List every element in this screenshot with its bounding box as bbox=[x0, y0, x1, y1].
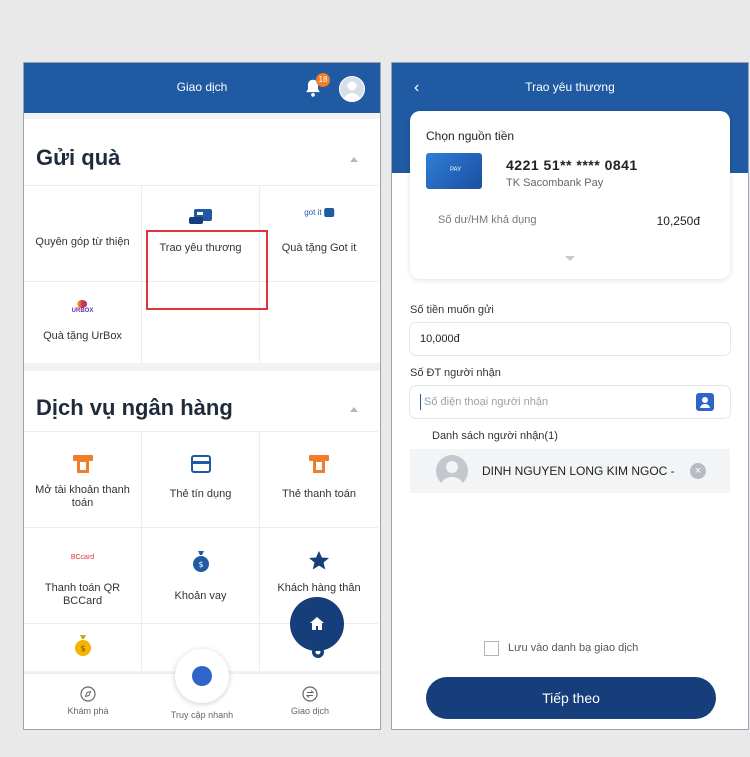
atm-icon bbox=[72, 455, 93, 473]
collapse-arrow-icon[interactable] bbox=[350, 157, 358, 162]
section-title: Gửi quà bbox=[36, 145, 121, 170]
balance-value: 10,250đ bbox=[656, 214, 700, 228]
item-label: Thẻ tín dụng bbox=[169, 488, 232, 500]
phone-input[interactable]: Số điện thoại người nhận bbox=[410, 386, 730, 418]
bank-item-open-account[interactable]: Mở tài khoản thanh toán bbox=[24, 431, 142, 527]
bank-item-loan[interactable]: $ Khoản vay bbox=[142, 527, 260, 623]
atm-card-icon bbox=[309, 455, 329, 473]
collapse-arrow-icon[interactable] bbox=[350, 407, 358, 412]
amount-value: 10,000đ bbox=[420, 333, 460, 345]
nav-label: Truy cập nhanh bbox=[170, 710, 234, 720]
money-bag-icon: $ bbox=[74, 635, 91, 656]
left-phone-screen: Giao dịch 18 Gửi quà Quyên góp từ thiện bbox=[23, 62, 381, 730]
quick-access-button[interactable] bbox=[175, 649, 229, 703]
gift-item-charity[interactable]: Quyên góp từ thiện bbox=[24, 185, 142, 281]
source-label: Chọn nguồn tiền bbox=[426, 129, 515, 143]
amount-input[interactable]: 10,000đ bbox=[410, 323, 730, 355]
section-title: Dịch vụ ngân hàng bbox=[36, 395, 233, 420]
item-label: Thẻ thanh toán bbox=[281, 488, 356, 500]
credit-card-icon bbox=[190, 455, 211, 473]
item-label: Quà tặng Got it bbox=[281, 242, 357, 254]
svg-text:$: $ bbox=[80, 644, 85, 653]
bank-item-more[interactable]: $ bbox=[24, 623, 142, 671]
nav-transactions[interactable]: Giao dịch bbox=[260, 686, 360, 716]
recipient-name: DINH NGUYEN LONG KIM NGOC - bbox=[482, 464, 675, 478]
account-number: 4221 51** **** 0841 bbox=[506, 157, 638, 173]
notification-badge: 18 bbox=[316, 73, 330, 87]
gift-item-urbox[interactable]: URBOX Quà tặng UrBox bbox=[24, 281, 142, 363]
item-label: Khoản vay bbox=[174, 590, 227, 602]
close-icon[interactable]: × bbox=[690, 463, 706, 479]
compass-icon bbox=[80, 686, 96, 702]
card-image-icon: PAY bbox=[426, 153, 482, 189]
phone-placeholder: Số điện thoại người nhận bbox=[424, 396, 549, 408]
empty-cell bbox=[260, 281, 378, 363]
recipient-chip[interactable]: DINH NGUYEN LONG KIM NGOC - × bbox=[410, 449, 730, 493]
chevron-down-icon[interactable] bbox=[565, 256, 575, 261]
right-phone-screen: ‹ Trao yêu thương Chọn nguồn tiền PAY 42… bbox=[391, 62, 749, 730]
item-label: Khách hàng thân bbox=[277, 582, 361, 594]
save-checkbox[interactable] bbox=[484, 641, 499, 656]
bank-item-bccard[interactable]: BCcard Thanh toán QR BCCard bbox=[24, 527, 142, 623]
contacts-icon[interactable] bbox=[696, 393, 714, 411]
home-button[interactable] bbox=[290, 597, 344, 651]
selection-highlight bbox=[146, 230, 268, 310]
quick-access-icon bbox=[192, 666, 212, 686]
bccard-icon: BCcard bbox=[70, 554, 95, 561]
svg-text:$: $ bbox=[198, 560, 203, 569]
urbox-icon: URBOX bbox=[72, 300, 93, 314]
page-title: Trao yêu thương bbox=[525, 80, 615, 94]
gift-card-icon bbox=[188, 209, 212, 224]
money-bag-icon: $ bbox=[192, 551, 209, 572]
item-label: Thanh toán QR BCCard bbox=[44, 582, 121, 607]
item-label: Quà tặng UrBox bbox=[43, 330, 122, 342]
avatar[interactable] bbox=[339, 76, 365, 102]
source-card[interactable]: Chọn nguồn tiền PAY 4221 51** **** 0841 … bbox=[410, 111, 730, 279]
nav-explore[interactable]: Khám phá bbox=[38, 686, 138, 716]
next-button[interactable]: Tiếp theo bbox=[426, 677, 716, 719]
save-label: Lưu vào danh bạ giao dịch bbox=[508, 642, 639, 654]
nav-label: Giao dịch bbox=[290, 706, 330, 716]
gift-item-got-it[interactable]: got it Quà tặng Got it bbox=[260, 185, 378, 281]
home-icon bbox=[310, 617, 324, 630]
recipient-list-label: Danh sách người nhận(1) bbox=[432, 430, 558, 442]
balance-label: Số dư/HM khả dụng bbox=[438, 214, 537, 226]
star-icon bbox=[309, 551, 329, 570]
main-content: Gửi quà Quyên góp từ thiện Trao yêu thươ… bbox=[24, 113, 380, 673]
nav-quick-access[interactable]: Truy cập nhanh bbox=[152, 710, 252, 720]
got-it-icon: got it bbox=[304, 208, 334, 218]
amount-label: Số tiền muốn gửi bbox=[410, 304, 494, 316]
account-name: TK Sacombank Pay bbox=[506, 177, 604, 189]
transfer-icon bbox=[302, 686, 318, 702]
phone-label: Số ĐT người nhận bbox=[410, 367, 501, 379]
nav-label: Khám phá bbox=[67, 706, 109, 716]
item-label: Mở tài khoản thanh toán bbox=[35, 484, 130, 509]
top-bar: ‹ Trao yêu thương bbox=[392, 63, 748, 113]
avatar bbox=[436, 455, 468, 487]
text-caret bbox=[420, 394, 421, 410]
top-bar: Giao dịch 18 bbox=[24, 63, 380, 113]
item-label: Quyên góp từ thiện bbox=[35, 236, 130, 248]
bank-item-credit-card[interactable]: Thẻ tín dụng bbox=[142, 431, 260, 527]
bank-item-atm-card[interactable]: Thẻ thanh toán bbox=[260, 431, 378, 527]
